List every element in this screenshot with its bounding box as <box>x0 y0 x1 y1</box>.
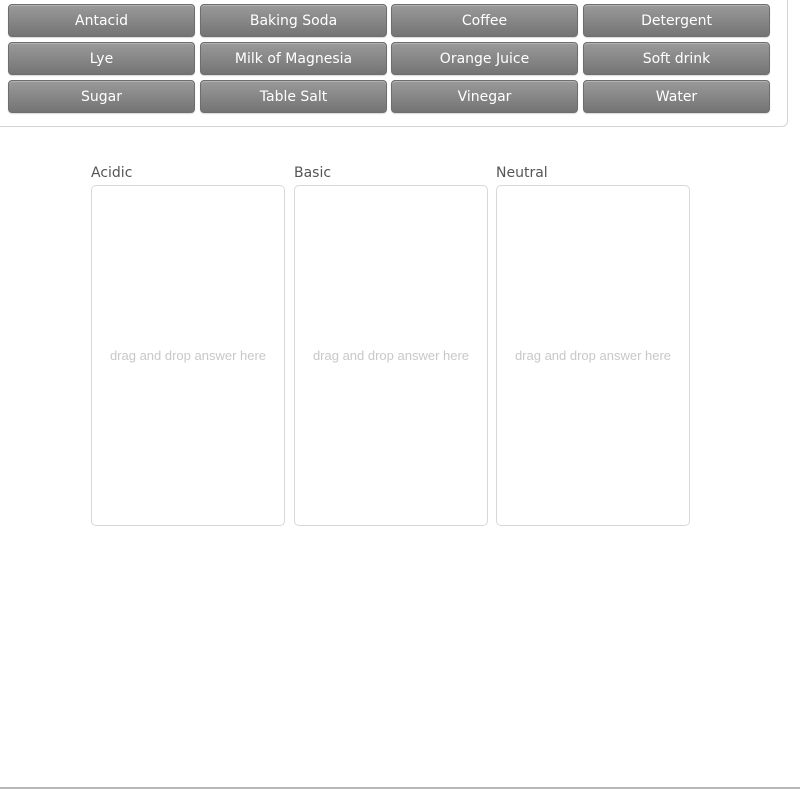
category-label-acidic: Acidic <box>91 165 133 181</box>
answer-chip-sugar[interactable]: Sugar <box>8 80 195 113</box>
answer-chip-soft-drink[interactable]: Soft drink <box>583 42 770 75</box>
answer-chip-table-salt[interactable]: Table Salt <box>200 80 387 113</box>
answer-chip-detergent[interactable]: Detergent <box>583 4 770 37</box>
answer-chip-water[interactable]: Water <box>583 80 770 113</box>
answer-chip-milk-of-magnesia[interactable]: Milk of Magnesia <box>200 42 387 75</box>
drop-zone-neutral[interactable]: drag and drop answer here <box>496 185 690 526</box>
answer-chip-antacid[interactable]: Antacid <box>8 4 195 37</box>
drop-zone-hint: drag and drop answer here <box>312 348 470 363</box>
answer-chip-coffee[interactable]: Coffee <box>391 4 578 37</box>
category-label-neutral: Neutral <box>496 165 548 181</box>
answer-chip-orange-juice[interactable]: Orange Juice <box>391 42 578 75</box>
answer-chip-lye[interactable]: Lye <box>8 42 195 75</box>
answer-chip-vinegar[interactable]: Vinegar <box>391 80 578 113</box>
drop-zone-hint: drag and drop answer here <box>109 348 267 363</box>
drop-zone-hint: drag and drop answer here <box>514 348 672 363</box>
category-label-basic: Basic <box>294 165 332 181</box>
drop-zone-basic[interactable]: drag and drop answer here <box>294 185 488 526</box>
drop-zone-acidic[interactable]: drag and drop answer here <box>91 185 285 526</box>
answer-chip-baking-soda[interactable]: Baking Soda <box>200 4 387 37</box>
